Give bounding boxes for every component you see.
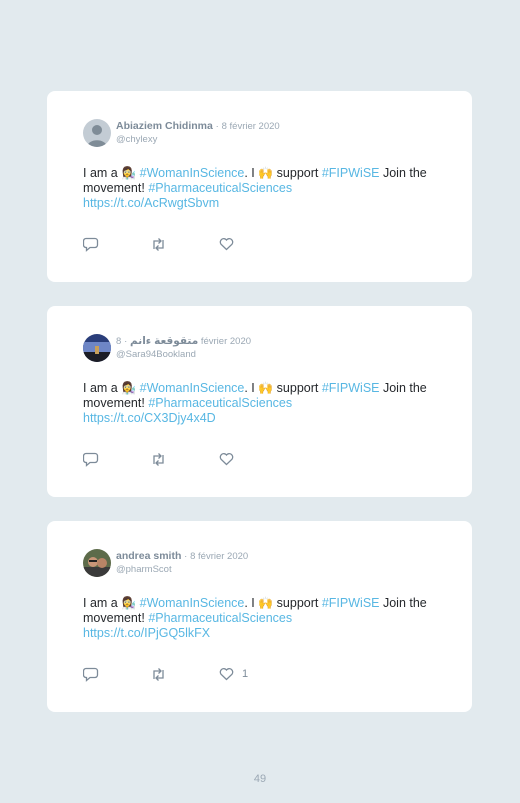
hashtag-link[interactable]: #WomanInScience: [140, 596, 245, 610]
tweet-actions: 1: [83, 667, 283, 683]
author-name[interactable]: andrea smith: [116, 550, 181, 562]
tweet-header: متقوقعة ءانم · 8 février 2020: [116, 335, 251, 348]
page-number: 49: [253, 773, 267, 785]
raised-hands-emoji: 🙌: [258, 596, 274, 610]
hashtag-link[interactable]: #WomanInScience: [140, 381, 245, 395]
tweet-actions: [83, 452, 283, 468]
retweet-icon[interactable]: [150, 452, 167, 467]
tweet-header: Abiaziem Chidinma · 8 février 2020: [116, 120, 280, 133]
like-icon[interactable]: [219, 237, 234, 251]
separator: ·: [215, 121, 219, 132]
tweet-url[interactable]: https://t.co/IPjGQ5lkFX: [83, 626, 210, 640]
tweet-date[interactable]: 8 février 2020: [222, 121, 280, 132]
avatar[interactable]: [83, 334, 111, 362]
like-icon[interactable]: [219, 667, 234, 681]
hashtag-link[interactable]: #WomanInScience: [140, 166, 245, 180]
hashtag-link[interactable]: #PharmaceuticalSciences: [148, 396, 292, 410]
scientist-emoji: 👩‍🔬: [121, 166, 137, 180]
default-avatar-icon: [83, 119, 111, 147]
like-icon[interactable]: [219, 452, 234, 466]
scientist-emoji: 👩‍🔬: [121, 596, 137, 610]
reply-icon[interactable]: [83, 452, 99, 467]
raised-hands-emoji: 🙌: [258, 381, 274, 395]
author-handle[interactable]: @pharmScot: [116, 564, 172, 575]
author-name[interactable]: متقوقعة ءانم: [130, 335, 198, 347]
retweet-icon[interactable]: [150, 667, 167, 682]
tweet-date[interactable]: 8 février 2020: [190, 551, 248, 562]
tweet-card[interactable]: متقوقعة ءانم · 8 février 2020 @Sara94Boo…: [47, 306, 472, 497]
author-handle[interactable]: @Sara94Bookland: [116, 349, 196, 360]
author-name[interactable]: Abiaziem Chidinma: [116, 120, 213, 132]
tweet-text: I am a 👩‍🔬 #WomanInScience. I 🙌 support …: [83, 166, 427, 210]
hashtag-link[interactable]: #PharmaceuticalSciences: [148, 611, 292, 625]
tweet-url[interactable]: https://t.co/CX3Djy4x4D: [83, 411, 216, 425]
tweet-actions: [83, 237, 283, 253]
reply-icon[interactable]: [83, 667, 99, 682]
avatar[interactable]: [83, 119, 111, 147]
separator: ·: [184, 551, 188, 562]
tweet-url[interactable]: https://t.co/AcRwgtSbvm: [83, 196, 219, 210]
hashtag-link[interactable]: #FIPWiSE: [322, 381, 380, 395]
separator: ·: [124, 336, 128, 347]
like-count: 1: [242, 668, 249, 680]
tweet-card[interactable]: andrea smith · 8 février 2020 @pharmScot…: [47, 521, 472, 712]
scientist-emoji: 👩‍🔬: [121, 381, 137, 395]
hashtag-link[interactable]: #FIPWiSE: [322, 596, 380, 610]
tweet-header: andrea smith · 8 février 2020: [116, 550, 248, 563]
retweet-icon[interactable]: [150, 237, 167, 252]
tweet-card[interactable]: Abiaziem Chidinma · 8 février 2020 @chyl…: [47, 91, 472, 282]
avatar[interactable]: [83, 549, 111, 577]
tweet-text: I am a 👩‍🔬 #WomanInScience. I 🙌 support …: [83, 596, 427, 640]
reply-icon[interactable]: [83, 237, 99, 252]
tweet-text: I am a 👩‍🔬 #WomanInScience. I 🙌 support …: [83, 381, 427, 425]
landscape-photo-icon: [83, 334, 111, 362]
hashtag-link[interactable]: #FIPWiSE: [322, 166, 380, 180]
hashtag-link[interactable]: #PharmaceuticalSciences: [148, 181, 292, 195]
author-handle[interactable]: @chylexy: [116, 134, 157, 145]
people-photo-icon: [83, 549, 111, 577]
raised-hands-emoji: 🙌: [258, 166, 274, 180]
